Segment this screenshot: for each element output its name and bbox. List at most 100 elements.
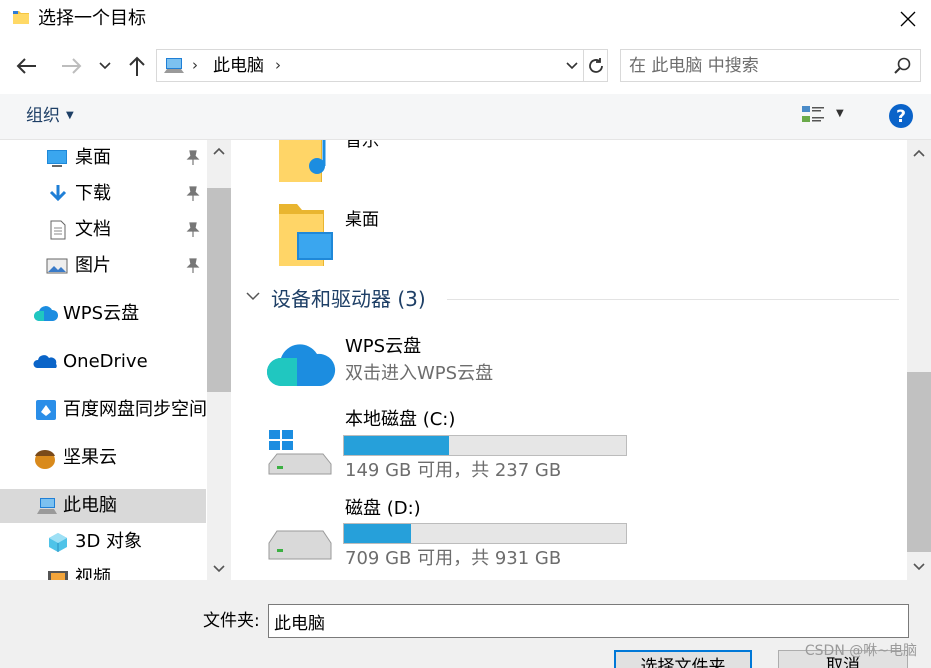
navigation-pane[interactable]: 桌面 下载 文档 图片 WPS云盘 OneDrive 百度网盘同步空间 坚果云 …	[0, 140, 231, 580]
command-bar: 组织 ▼ ▼ ?	[0, 94, 931, 140]
search-box[interactable]	[620, 49, 921, 82]
help-icon[interactable]: ?	[888, 103, 914, 129]
drive-name: 本地磁盘 (C:)	[345, 409, 456, 430]
nav-item-label: 视频	[75, 567, 111, 580]
chevron-up-icon	[213, 147, 225, 155]
pin-icon[interactable]	[186, 222, 200, 238]
nav-item-downloads[interactable]: 下载	[0, 177, 206, 211]
desktop-icon	[47, 150, 67, 167]
drive-subtitle: 双击进入WPS云盘	[345, 363, 494, 384]
nav-item-videos[interactable]: 视频	[0, 561, 206, 580]
arrow-up-icon	[129, 56, 145, 76]
nav-item-documents[interactable]: 文档	[0, 213, 206, 247]
navigation-row: › 此电脑 ›	[0, 38, 931, 94]
nutstore-icon	[35, 450, 55, 469]
scroll-thumb[interactable]	[907, 372, 931, 552]
drive-subtitle: 149 GB 可用，共 237 GB	[345, 460, 562, 481]
recent-locations-button[interactable]	[94, 52, 116, 80]
onedrive-icon	[33, 355, 57, 368]
breadcrumb-this-pc[interactable]: 此电脑	[213, 55, 264, 77]
desktop-folder-icon	[279, 204, 333, 266]
document-icon	[50, 220, 66, 240]
window-title: 选择一个目标	[38, 8, 146, 29]
select-folder-button[interactable]: 选择文件夹	[614, 650, 752, 668]
nav-item-pictures[interactable]: 图片	[0, 249, 206, 283]
drive-name: 磁盘 (D:)	[345, 498, 421, 519]
chevron-down-icon	[246, 292, 260, 301]
scroll-up-button[interactable]	[907, 142, 931, 164]
wps-cloud-icon	[34, 306, 59, 321]
picture-icon	[46, 258, 68, 274]
drive-item-c[interactable]: 本地磁盘 (C:) 149 GB 可用，共 237 GB	[231, 406, 907, 486]
view-options-icon[interactable]	[801, 104, 825, 126]
nav-item-label: 桌面	[75, 147, 111, 168]
search-input[interactable]	[629, 54, 884, 78]
pin-icon[interactable]	[186, 186, 200, 202]
pin-icon[interactable]	[186, 150, 200, 166]
folder-input[interactable]	[268, 604, 909, 638]
content-pane[interactable]: 音乐 桌面 设备和驱动器 (3) WPS云盘 双击进入WPS云盘 本地磁盘 (C…	[231, 140, 907, 580]
close-button[interactable]	[885, 0, 931, 38]
organize-label: 组织	[26, 106, 60, 126]
chevron-down-icon	[213, 565, 225, 573]
nav-pane-scrollbar[interactable]	[207, 140, 231, 580]
drive-item-wps-cloud[interactable]: WPS云盘 双击进入WPS云盘	[231, 330, 907, 394]
group-header-devices[interactable]: 设备和驱动器 (3)	[245, 286, 899, 312]
3d-objects-icon	[49, 533, 67, 552]
nav-item-label: 此电脑	[63, 495, 117, 516]
this-pc-icon	[164, 58, 184, 73]
view-options-dropdown[interactable]: ▼	[836, 108, 844, 119]
nav-item-desktop[interactable]: 桌面	[0, 141, 206, 175]
scroll-thumb[interactable]	[207, 188, 231, 392]
nav-item-label: 3D 对象	[75, 531, 143, 552]
drive-usage-bar	[343, 435, 627, 456]
content-scrollbar[interactable]	[907, 140, 931, 580]
caret-down-icon: ▼	[66, 110, 74, 121]
nav-item-label: 百度网盘同步空间	[63, 399, 207, 420]
nav-item-3d-objects[interactable]: 3D 对象	[0, 525, 206, 559]
nav-item-this-pc[interactable]: 此电脑	[0, 489, 206, 523]
wps-cloud-drive-icon	[267, 344, 336, 386]
up-button[interactable]	[123, 52, 151, 80]
drive-usage-fill	[344, 524, 412, 543]
chevron-down-icon	[913, 563, 925, 571]
pin-icon[interactable]	[186, 258, 200, 274]
close-icon	[900, 11, 916, 27]
address-bar[interactable]: › 此电脑 ›	[156, 49, 584, 82]
dialog-footer: 文件夹: 选择文件夹 取消 CSDN @咻~电脑	[0, 580, 931, 668]
group-title: 设备和驱动器 (3)	[271, 287, 426, 311]
folder-icon	[13, 11, 29, 24]
chevron-down-icon[interactable]	[565, 55, 579, 75]
nav-item-label: 文档	[75, 219, 111, 240]
music-folder-icon	[279, 140, 326, 182]
watermark-text: CSDN @咻~电脑	[804, 643, 917, 659]
chevron-down-icon	[99, 62, 111, 70]
nav-item-wps-cloud[interactable]: WPS云盘	[0, 297, 206, 331]
nav-item-label: 图片	[75, 255, 111, 276]
scroll-up-button[interactable]	[207, 140, 231, 162]
breadcrumb-separator: ›	[192, 56, 198, 74]
drive-name: WPS云盘	[345, 336, 422, 357]
svg-text:?: ?	[896, 107, 906, 127]
folder-field-label: 文件夹:	[203, 611, 260, 631]
nav-item-label: 坚果云	[63, 447, 117, 468]
nav-item-onedrive[interactable]: OneDrive	[0, 345, 206, 379]
drive-item-d[interactable]: 磁盘 (D:) 709 GB 可用，共 931 GB	[231, 495, 907, 575]
chevron-up-icon	[913, 149, 925, 157]
organize-menu[interactable]: 组织 ▼	[26, 105, 74, 127]
nav-item-label: 下载	[75, 183, 111, 204]
drive-subtitle: 709 GB 可用，共 931 GB	[345, 548, 562, 569]
drive-usage-bar	[343, 523, 627, 544]
arrow-right-icon	[62, 58, 82, 74]
scroll-down-button[interactable]	[207, 558, 231, 580]
forward-button[interactable]	[58, 52, 86, 80]
refresh-button[interactable]	[584, 49, 608, 82]
drive-usage-fill	[344, 436, 449, 455]
nav-item-baidu-netdisk[interactable]: 百度网盘同步空间	[0, 393, 207, 427]
scroll-down-button[interactable]	[907, 556, 931, 578]
back-button[interactable]	[12, 52, 40, 80]
hard-drive-icon	[268, 530, 332, 560]
breadcrumb-separator[interactable]: ›	[275, 56, 281, 74]
search-icon[interactable]	[894, 57, 912, 75]
nav-item-nutstore[interactable]: 坚果云	[0, 441, 206, 475]
